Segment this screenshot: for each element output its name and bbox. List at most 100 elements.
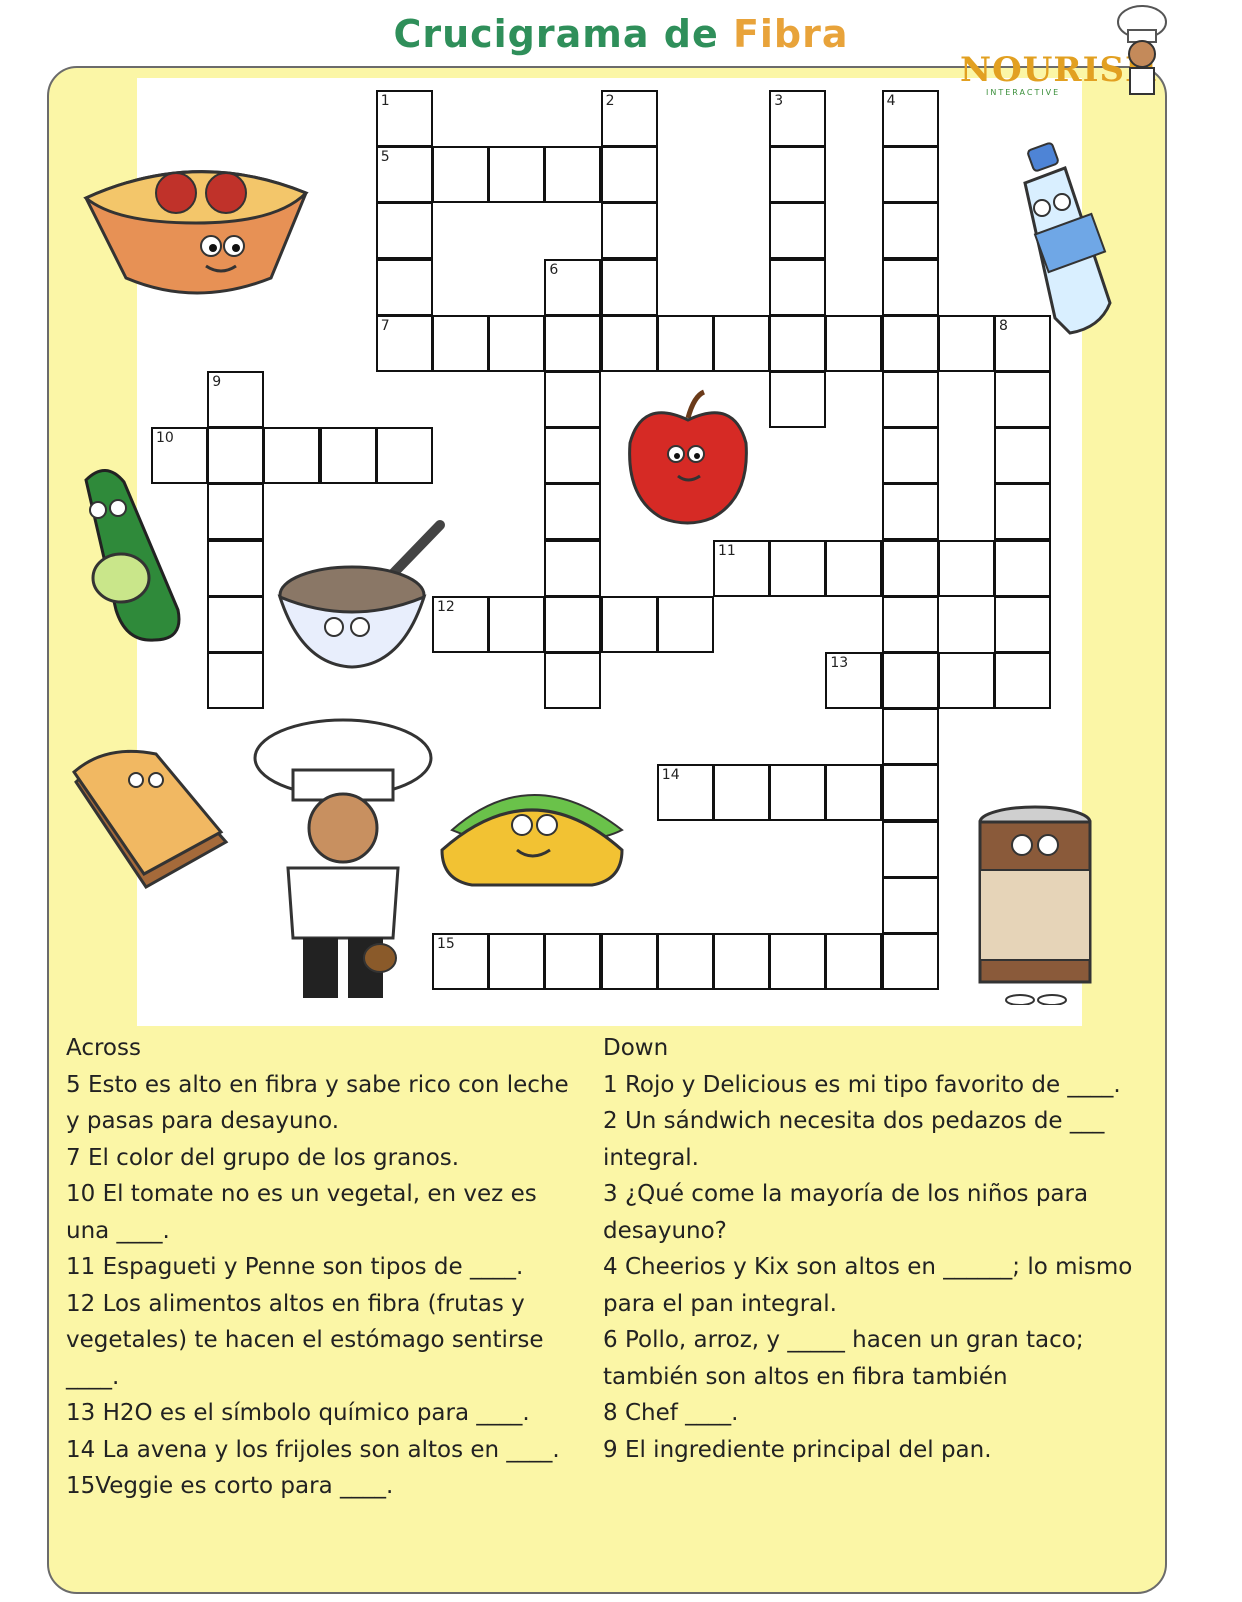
grid-cell[interactable]: 2 [600,90,658,147]
grid-cell[interactable] [544,933,602,990]
grid-cell[interactable] [994,427,1051,485]
grid-cell[interactable] [881,876,939,934]
grid-cell[interactable] [994,652,1051,709]
grid-cell[interactable] [488,146,546,204]
grid-cell[interactable] [600,258,658,316]
grid-cell[interactable] [881,764,939,822]
down-clue-6: 6 Pollo, arroz, y _____ hacen un gran ta… [603,1327,1084,1390]
across-heading: Across [66,1035,141,1061]
grid-cell[interactable] [319,427,377,485]
grid-cell[interactable] [544,146,602,204]
grid-cell[interactable] [207,427,265,485]
grid-cell[interactable]: 9 [207,371,265,428]
grid-cell[interactable] [769,146,827,204]
grid-cell[interactable] [769,371,827,428]
grid-cell[interactable] [488,595,546,653]
grid-cell[interactable] [769,539,827,597]
grid-cell[interactable] [656,314,714,372]
grid-cell[interactable] [881,595,939,653]
grid-cell[interactable] [600,202,658,260]
grid-cell[interactable] [881,371,939,428]
grid-cell[interactable] [881,539,939,597]
grid-cell[interactable]: 1 [375,90,433,147]
grid-cell[interactable] [937,652,995,709]
grid-cell[interactable] [207,539,265,597]
grid-cell[interactable] [881,483,939,541]
grid-cell[interactable]: 11 [713,539,770,597]
grid-cell[interactable] [207,483,265,541]
grid-cell[interactable] [600,595,658,653]
grid-cell[interactable] [488,314,546,372]
grid-cell[interactable] [544,652,602,709]
chef-icon [253,718,433,998]
grid-cell[interactable] [825,314,883,372]
grid-cell[interactable] [207,652,265,709]
grid-cell[interactable] [488,933,546,990]
grid-cell[interactable] [375,427,433,485]
grid-cell[interactable]: 5 [375,146,433,204]
grid-cell[interactable] [994,371,1051,428]
grid-cell[interactable] [207,595,265,653]
grid-cell[interactable]: 3 [769,90,827,147]
grid-cell[interactable] [600,314,658,372]
grid-cell[interactable] [713,764,770,822]
grid-cell[interactable] [769,258,827,316]
grid-cell[interactable]: 15 [432,933,489,990]
grid-cell[interactable] [263,427,321,485]
grid-cell[interactable] [375,258,433,316]
grid-cell[interactable] [937,314,995,372]
sandwich-icon [72,749,229,889]
grid-cell[interactable] [432,146,489,204]
grid-cell[interactable] [881,258,939,316]
grid-cell[interactable]: 13 [825,652,883,709]
clue-number: 2 [605,93,615,109]
grid-cell[interactable] [375,202,433,260]
grid-cell[interactable] [544,314,602,372]
grid-cell[interactable] [769,764,827,822]
grid-cell[interactable] [544,427,602,485]
grid-cell[interactable] [825,933,883,990]
bean-can-icon [978,805,1092,1005]
down-clue-4: 4 Cheerios y Kix son altos en ______; lo… [603,1254,1133,1317]
grid-cell[interactable] [600,933,658,990]
grid-cell[interactable] [881,314,939,372]
grid-cell[interactable] [713,314,770,372]
grid-cell[interactable] [881,820,939,878]
grid-cell[interactable] [713,933,770,990]
grid-cell[interactable] [881,933,939,990]
grid-cell[interactable]: 6 [544,258,602,316]
grid-cell[interactable]: 7 [375,314,433,372]
grid-cell[interactable] [544,371,602,428]
grid-cell[interactable] [544,483,602,541]
across-clue-11: 11 Espagueti y Penne son tipos de ____. [66,1254,524,1280]
grid-cell[interactable] [994,595,1051,653]
across-clue-5: 5 Esto es alto en fibra y sabe rico con … [66,1071,569,1135]
grid-cell[interactable] [544,595,602,653]
grid-cell[interactable] [600,146,658,204]
grid-cell[interactable]: 4 [881,90,939,147]
grid-cell[interactable] [881,427,939,485]
across-clues: Across 5 Esto es alto en fibra y sabe ri… [66,1030,576,1505]
grid-cell[interactable] [881,146,939,204]
clue-number: 9 [212,374,222,390]
grid-cell[interactable]: 14 [656,764,714,822]
across-clue-10: 10 El tomate no es un vegetal, en vez es… [66,1181,537,1244]
grid-cell[interactable] [825,764,883,822]
taco-icon [440,794,624,887]
grid-cell[interactable] [656,595,714,653]
grid-cell[interactable] [825,539,883,597]
grid-cell[interactable] [656,933,714,990]
grid-cell[interactable] [937,539,995,597]
grid-cell[interactable] [432,314,489,372]
grid-cell[interactable] [769,933,827,990]
grid-cell[interactable] [881,708,939,766]
grid-cell[interactable] [769,314,827,372]
grid-cell[interactable] [994,539,1051,597]
spaghetti-bowl-icon [83,170,309,295]
grid-cell[interactable] [881,652,939,709]
grid-cell[interactable] [881,202,939,260]
grid-cell[interactable] [544,539,602,597]
across-clue-15: 15Veggie es corto para ____. [66,1473,394,1499]
grid-cell[interactable] [769,202,827,260]
grid-cell[interactable] [994,483,1051,541]
